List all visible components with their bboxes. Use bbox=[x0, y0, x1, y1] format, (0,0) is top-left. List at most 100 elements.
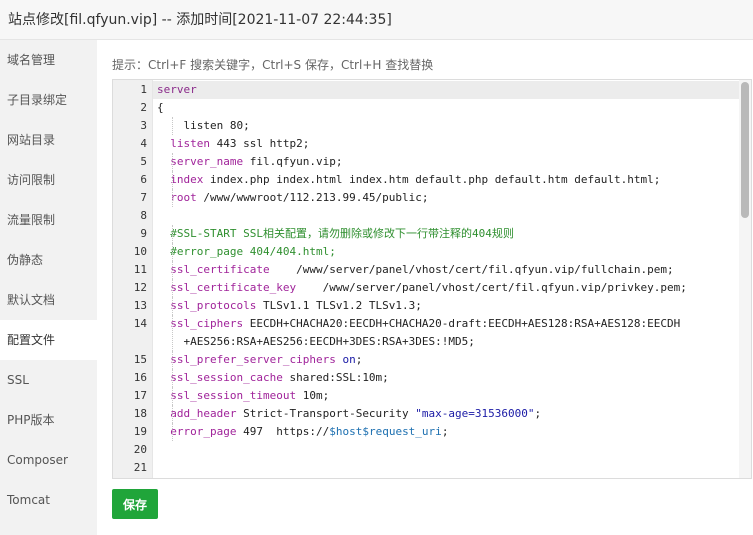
line-number: 4 bbox=[140, 137, 147, 150]
code-token: /www/server/panel/vhost/cert/fil.qfyun.v… bbox=[296, 281, 687, 294]
code-text: server bbox=[153, 81, 197, 99]
sidebar-item[interactable]: 默认文档 bbox=[0, 280, 97, 320]
code-token: 10m; bbox=[296, 389, 330, 402]
line-number: 7 bbox=[140, 191, 147, 204]
indent-guide bbox=[172, 279, 173, 297]
code-token: fil.qfyun.vip; bbox=[243, 155, 343, 168]
code-text: server_name fil.qfyun.vip; bbox=[153, 153, 342, 171]
sidebar-item[interactable]: 流量限制 bbox=[0, 200, 97, 240]
code-token: ssl_certificate bbox=[170, 263, 270, 276]
code-text: index index.php index.html index.htm def… bbox=[153, 171, 660, 189]
code-token: add_header bbox=[170, 407, 237, 420]
code-line: 21 bbox=[113, 459, 741, 477]
code-text: #SSL-START SSL相关配置，请勿删除或修改下一行带注释的404规则 bbox=[153, 225, 514, 243]
indent-guide bbox=[172, 243, 173, 261]
code-line: 20 bbox=[113, 441, 741, 459]
line-number: 11 bbox=[133, 263, 147, 276]
code-token: index.php index.html index.htm default.p… bbox=[203, 173, 661, 186]
code-token: ssl_certificate_key bbox=[170, 281, 297, 294]
code-token: ; bbox=[441, 425, 449, 438]
code-line: 10 #error_page 404/404.html; bbox=[113, 243, 741, 261]
sidebar-item[interactable]: 子目录绑定 bbox=[0, 80, 97, 120]
line-number: 14 bbox=[133, 317, 147, 330]
code-token: 497 https:// bbox=[236, 425, 330, 438]
indent-guide bbox=[172, 387, 173, 405]
code-lines[interactable]: 1 server 2 {3 listen 80; 4 listen 443 ssl ht… bbox=[113, 81, 741, 477]
sidebar-item[interactable]: 访问限制 bbox=[0, 160, 97, 200]
code-line: 14 ssl_ciphers EECDH+CHACHA20:EECDH+CHAC… bbox=[113, 315, 741, 351]
line-number: 1 bbox=[140, 83, 147, 96]
sidebar-item[interactable]: PHP版本 bbox=[0, 400, 97, 440]
code-token: #error_page 404/404.html; bbox=[170, 245, 336, 258]
code-line: 15 ssl_prefer_server_ciphers on; bbox=[113, 351, 741, 369]
code-line: 16 ssl_session_cache shared:SSL:10m; bbox=[113, 369, 741, 387]
code-token: ssl_prefer_server_ciphers bbox=[170, 353, 336, 366]
indent-guide bbox=[172, 117, 173, 135]
code-line: 1 server bbox=[113, 81, 741, 99]
line-number: 5 bbox=[140, 155, 147, 168]
sidebar-item[interactable]: Tomcat bbox=[0, 480, 97, 520]
sidebar-item[interactable]: SSL bbox=[0, 360, 97, 400]
indent-guide bbox=[172, 153, 173, 171]
line-number: 2 bbox=[140, 101, 147, 114]
sidebar-item[interactable]: 网站目录 bbox=[0, 120, 97, 160]
code-text: root /www/wwwroot/112.213.99.45/public; bbox=[153, 189, 429, 207]
code-text: listen 80; bbox=[153, 117, 250, 135]
save-button[interactable]: 保存 bbox=[112, 489, 158, 519]
indent-guide bbox=[172, 261, 173, 279]
sidebar-item[interactable]: 域名管理 bbox=[0, 40, 97, 80]
code-token: server bbox=[157, 83, 197, 96]
indent-guide bbox=[172, 423, 173, 441]
code-token: on bbox=[342, 353, 356, 366]
sidebar-item[interactable]: Composer bbox=[0, 440, 97, 480]
editor-scrollbar[interactable] bbox=[739, 80, 751, 478]
line-number: 10 bbox=[133, 245, 147, 258]
code-token: Strict-Transport-Security bbox=[236, 407, 416, 420]
code-line: 7 root /www/wwwroot/112.213.99.45/public… bbox=[113, 189, 741, 207]
code-token: $host bbox=[329, 425, 363, 438]
scrollbar-thumb[interactable] bbox=[741, 82, 749, 218]
window-title: 站点修改[fil.qfyun.vip] -- 添加时间[2021-11-07 2… bbox=[0, 0, 753, 40]
indent-guide bbox=[172, 225, 173, 243]
line-number: 21 bbox=[133, 461, 147, 474]
code-text: ssl_certificate_key /www/server/panel/vh… bbox=[153, 279, 687, 297]
code-text: ssl_session_timeout 10m; bbox=[153, 387, 329, 405]
editor-tip: 提示：Ctrl+F 搜索关键字，Ctrl+S 保存，Ctrl+H 查找替换 bbox=[112, 58, 434, 72]
sidebar: 域名管理 子目录绑定 网站目录 访问限制 流量限制 伪静态 默认文档 配置文件 SSL PHP版本… bbox=[0, 40, 97, 535]
code-text: listen 443 ssl http2; bbox=[153, 135, 309, 153]
line-number: 13 bbox=[133, 299, 147, 312]
sidebar-item[interactable]: 配置文件 bbox=[0, 320, 97, 360]
indent-guide bbox=[172, 369, 173, 387]
code-token: ssl_ciphers bbox=[170, 317, 244, 330]
code-token: $request_uri bbox=[362, 425, 442, 438]
code-line: 17 ssl_session_timeout 10m; bbox=[113, 387, 741, 405]
sidebar-item[interactable]: 伪静态 bbox=[0, 240, 97, 280]
code-line: 13 ssl_protocols TLSv1.1 TLSv1.2 TLSv1.3… bbox=[113, 297, 741, 315]
code-token: /www/server/panel/vhost/cert/fil.qfyun.v… bbox=[269, 263, 674, 276]
code-text: ssl_protocols TLSv1.1 TLSv1.2 TLSv1.3; bbox=[153, 297, 422, 315]
line-number: 6 bbox=[140, 173, 147, 186]
config-editor[interactable]: 1 server 2 {3 listen 80; 4 listen 443 ssl ht… bbox=[112, 79, 752, 479]
code-text: { bbox=[153, 99, 164, 117]
code-token: root bbox=[170, 191, 197, 204]
code-token: server_name bbox=[170, 155, 244, 168]
code-text: ssl_session_cache shared:SSL:10m; bbox=[153, 369, 389, 387]
code-token: ; bbox=[355, 353, 363, 366]
code-token: TLSv1.1 TLSv1.2 TLSv1.3; bbox=[256, 299, 422, 312]
line-number: 3 bbox=[140, 119, 147, 132]
code-text: add_header Strict-Transport-Security "ma… bbox=[153, 405, 541, 423]
code-token: listen 80; bbox=[157, 119, 250, 132]
